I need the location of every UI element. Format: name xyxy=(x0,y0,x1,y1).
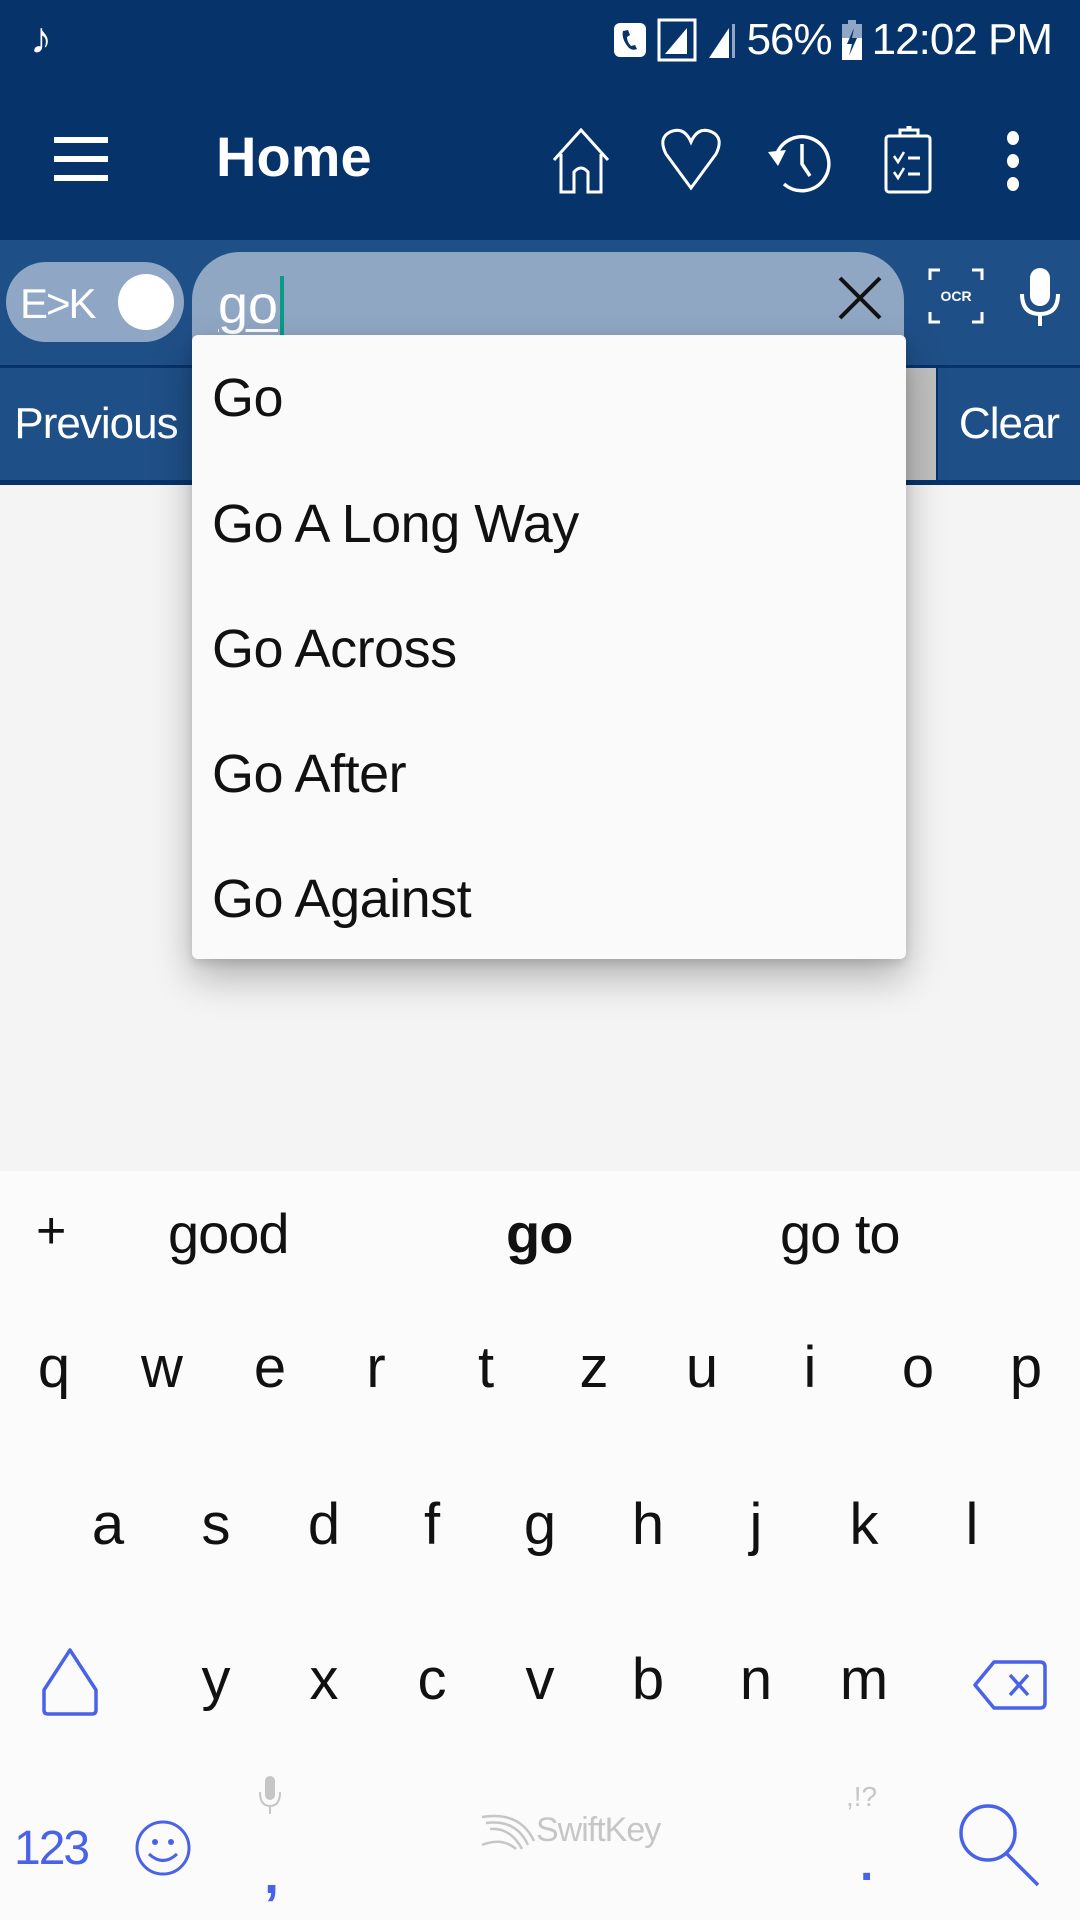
status-icons: 56% 12:02 PM xyxy=(613,10,1053,70)
toggle-knob xyxy=(118,274,174,330)
key-u[interactable]: u xyxy=(662,1334,742,1401)
numbers-key[interactable]: 123 xyxy=(14,1821,90,1876)
autocomplete-item[interactable]: Go After xyxy=(192,711,906,836)
key-y[interactable]: y xyxy=(176,1646,256,1713)
battery-charging-icon xyxy=(841,20,862,60)
suggestion-item[interactable]: go to xyxy=(780,1201,901,1266)
key-x[interactable]: x xyxy=(284,1646,364,1713)
punctuation-hint: ,!? xyxy=(846,1781,878,1812)
comma-key[interactable]: , xyxy=(250,1776,290,1905)
language-direction-toggle[interactable]: E>K xyxy=(6,262,184,342)
clear-button[interactable]: Clear xyxy=(938,368,1080,480)
voice-input-mic-icon[interactable] xyxy=(1018,268,1062,326)
key-z[interactable]: z xyxy=(554,1334,634,1401)
key-a[interactable]: a xyxy=(68,1491,148,1558)
emoji-icon[interactable] xyxy=(134,1819,192,1877)
key-i[interactable]: i xyxy=(770,1334,850,1401)
more-vert-icon[interactable] xyxy=(998,126,1028,196)
key-f[interactable]: f xyxy=(392,1491,472,1558)
clock: 12:02 PM xyxy=(871,15,1053,64)
key-q[interactable]: q xyxy=(14,1334,94,1401)
search-key-icon[interactable] xyxy=(956,1801,1042,1887)
menu-button[interactable] xyxy=(50,135,112,183)
key-w[interactable]: w xyxy=(122,1334,202,1401)
autocomplete-item[interactable]: Go A Long Way xyxy=(192,461,906,586)
suggestion-strip: + good go go to xyxy=(0,1171,1080,1301)
status-bar: ♪ 56% 12:02 PM xyxy=(0,0,1080,80)
key-l[interactable]: l xyxy=(932,1491,1012,1558)
wifi-calling-icon xyxy=(613,23,646,57)
add-word-button[interactable]: + xyxy=(36,1201,66,1261)
music-note-icon: ♪ xyxy=(30,14,52,63)
key-n[interactable]: n xyxy=(716,1646,796,1713)
key-v[interactable]: v xyxy=(500,1646,580,1713)
battery-percent: 56% xyxy=(746,15,833,64)
clear-search-icon[interactable] xyxy=(836,274,884,322)
voice-mic-hint-icon xyxy=(259,1776,281,1814)
suggestion-item[interactable]: good xyxy=(168,1201,290,1266)
ocr-scan-icon[interactable]: OCR xyxy=(928,268,984,324)
keyboard-brand-label: SwiftKey xyxy=(536,1811,661,1849)
key-b[interactable]: b xyxy=(608,1646,688,1713)
key-j[interactable]: j xyxy=(716,1491,796,1558)
history-icon[interactable] xyxy=(764,126,834,196)
key-g[interactable]: g xyxy=(500,1491,580,1558)
search-input[interactable]: go xyxy=(192,252,904,348)
key-c[interactable]: c xyxy=(392,1646,472,1713)
period-key[interactable]: ,!? . xyxy=(846,1781,886,1901)
screen: ♪ 56% 12:02 PM Home E>K go OCR Previous … xyxy=(0,0,1080,1920)
space-bar[interactable]: SwiftKey xyxy=(330,1791,800,1891)
app-bar: Home xyxy=(0,80,1080,240)
key-e[interactable]: e xyxy=(230,1334,310,1401)
favorites-heart-icon[interactable] xyxy=(656,126,726,196)
period-label: . xyxy=(860,1838,874,1891)
key-t[interactable]: t xyxy=(446,1334,526,1401)
autocomplete-dropdown: Go Go A Long Way Go Across Go After Go A… xyxy=(192,335,906,959)
key-h[interactable]: h xyxy=(608,1491,688,1558)
key-k[interactable]: k xyxy=(824,1491,904,1558)
hamburger-icon xyxy=(54,137,108,143)
key-o[interactable]: o xyxy=(878,1334,958,1401)
shift-icon[interactable] xyxy=(40,1646,100,1718)
suggestion-item-selected[interactable]: go xyxy=(506,1201,573,1266)
autocomplete-item[interactable]: Go xyxy=(192,335,906,461)
key-s[interactable]: s xyxy=(176,1491,256,1558)
backspace-icon[interactable] xyxy=(972,1659,1048,1711)
svg-text:OCR: OCR xyxy=(940,288,971,304)
autocomplete-item[interactable]: Go Across xyxy=(192,586,906,711)
soft-keyboard: + good go go to q w e r t z u i o p a s … xyxy=(0,1171,1080,1920)
clipboard-checklist-icon[interactable] xyxy=(874,126,944,196)
signal-sim2-icon xyxy=(708,24,735,58)
home-icon[interactable] xyxy=(546,126,616,196)
key-p[interactable]: p xyxy=(986,1334,1066,1401)
signal-sim1-icon xyxy=(657,18,697,62)
autocomplete-item[interactable]: Go Against xyxy=(192,836,906,961)
key-d[interactable]: d xyxy=(284,1491,364,1558)
key-r[interactable]: r xyxy=(336,1334,416,1401)
page-title: Home xyxy=(216,125,372,188)
swiftkey-logo-icon xyxy=(481,1814,536,1850)
search-query: go xyxy=(218,275,279,335)
previous-button[interactable]: Previous xyxy=(0,368,192,480)
language-toggle-label: E>K xyxy=(20,280,97,327)
key-m[interactable]: m xyxy=(824,1646,904,1713)
comma-label: , xyxy=(264,1845,280,1905)
